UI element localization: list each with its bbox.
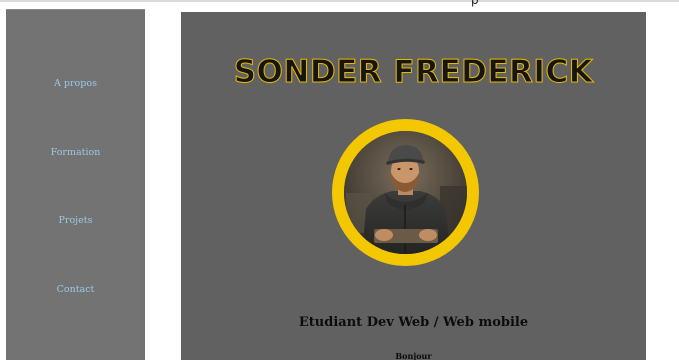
profile-photo-icon bbox=[344, 131, 467, 254]
header-text-fragment: p bbox=[471, 0, 479, 7]
nav-link-projets[interactable]: Projets bbox=[6, 215, 145, 226]
sidebar-nav: A propos Formation Projets Contact bbox=[6, 9, 145, 360]
nav-link-formation[interactable]: Formation bbox=[6, 147, 145, 158]
nav-link-contact[interactable]: Contact bbox=[6, 284, 145, 295]
greeting-heading: Bonjour bbox=[395, 351, 432, 360]
job-subtitle: Etudiant Dev Web / Web mobile bbox=[298, 315, 529, 330]
portrait-photo bbox=[344, 131, 467, 254]
portrait-ring bbox=[332, 119, 479, 266]
page-title: SONDER FREDERICK bbox=[233, 54, 594, 91]
nav-link-a-propos[interactable]: A propos bbox=[6, 78, 145, 89]
page: p A propos Formation Projets Contact SON… bbox=[0, 0, 679, 360]
top-divider bbox=[0, 0, 679, 2]
main-content: SONDER FREDERICK Etudiant Dev Web / Web … bbox=[181, 12, 646, 360]
